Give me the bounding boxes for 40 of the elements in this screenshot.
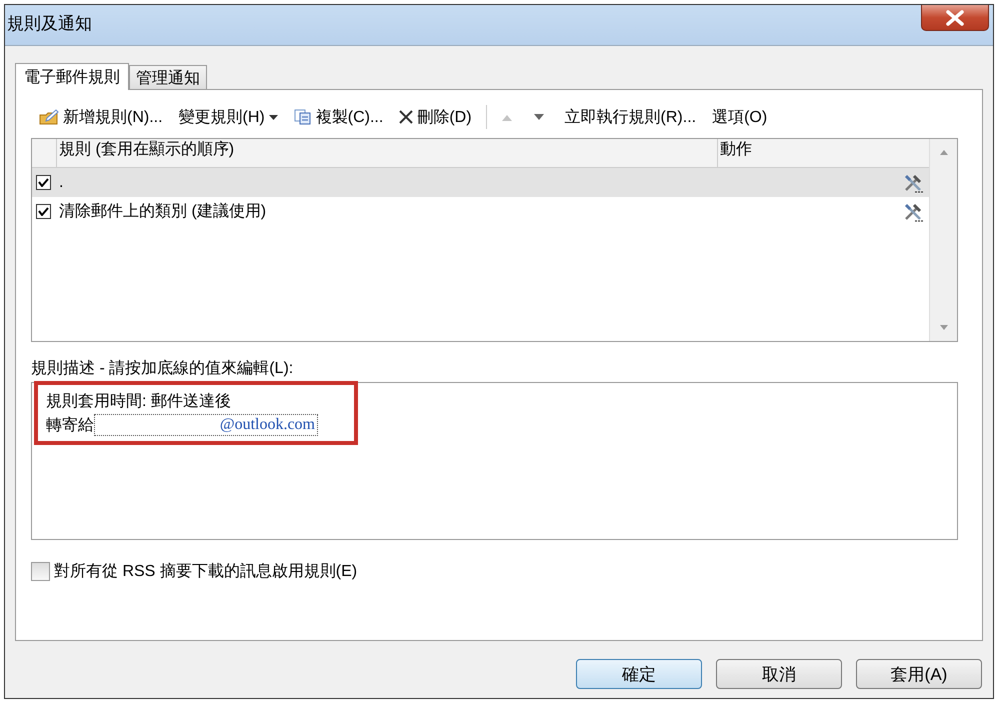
scrollbar[interactable]	[929, 139, 957, 341]
folder-icon	[39, 108, 59, 126]
checkbox[interactable]	[36, 175, 51, 190]
dialog-button[interactable]: 取消	[716, 659, 842, 689]
delete-icon	[399, 110, 414, 124]
list-row[interactable]: .	[32, 168, 929, 197]
checkmark-icon	[38, 207, 49, 216]
rule-name: .	[59, 174, 64, 192]
tools-icon	[903, 202, 923, 222]
rule-name: 清除郵件上的類別 (建議使用)	[59, 202, 268, 222]
close-button[interactable]	[921, 5, 989, 31]
email-link[interactable]: @outlook.com	[94, 414, 318, 436]
tab[interactable]: 管理通知	[129, 65, 207, 89]
description-label: 規則描述 - 請按加底線的值來編輯(L):	[31, 358, 294, 379]
toolbar-button[interactable]: 複製(C)...	[290, 103, 388, 131]
tab[interactable]: 電子郵件規則	[15, 63, 129, 90]
toolbar-button[interactable]: 立即執行規則(R)...	[560, 103, 700, 131]
dialog-button[interactable]: 確定	[576, 659, 702, 689]
arrow-up-icon	[500, 114, 513, 120]
list-row[interactable]: 清除郵件上的類別 (建議使用)	[32, 197, 929, 226]
scroll-up-icon[interactable]	[938, 149, 948, 155]
description-text: 轉寄給	[46, 416, 94, 436]
checkmark-icon	[38, 178, 49, 187]
toolbar-button[interactable]: 選項(O)	[708, 103, 772, 131]
tools-icon	[903, 172, 923, 192]
column-header[interactable]: 規則 (套用在顯示的順序)	[56, 139, 717, 167]
description-text: 規則套用時間: 郵件送達後	[46, 392, 231, 412]
arrow-down-icon	[532, 114, 545, 120]
close-icon	[945, 10, 965, 26]
dialog-button[interactable]: 套用(A)	[856, 659, 982, 689]
toolbar-button[interactable]: 刪除(D)	[395, 103, 476, 131]
checkbox-label: 對所有從 RSS 摘要下載的訊息啟用規則(E)	[54, 562, 358, 582]
toolbar-button[interactable]: 變更規則(H)	[174, 103, 282, 131]
checkbox[interactable]	[31, 562, 50, 581]
scroll-down-icon[interactable]	[938, 325, 948, 331]
window-title: 規則及通知	[6, 13, 92, 35]
caret-icon	[268, 114, 278, 120]
checkbox[interactable]	[36, 204, 51, 219]
toolbar-button[interactable]: 新增規則(N)...	[35, 103, 167, 131]
copy-icon	[294, 109, 312, 125]
